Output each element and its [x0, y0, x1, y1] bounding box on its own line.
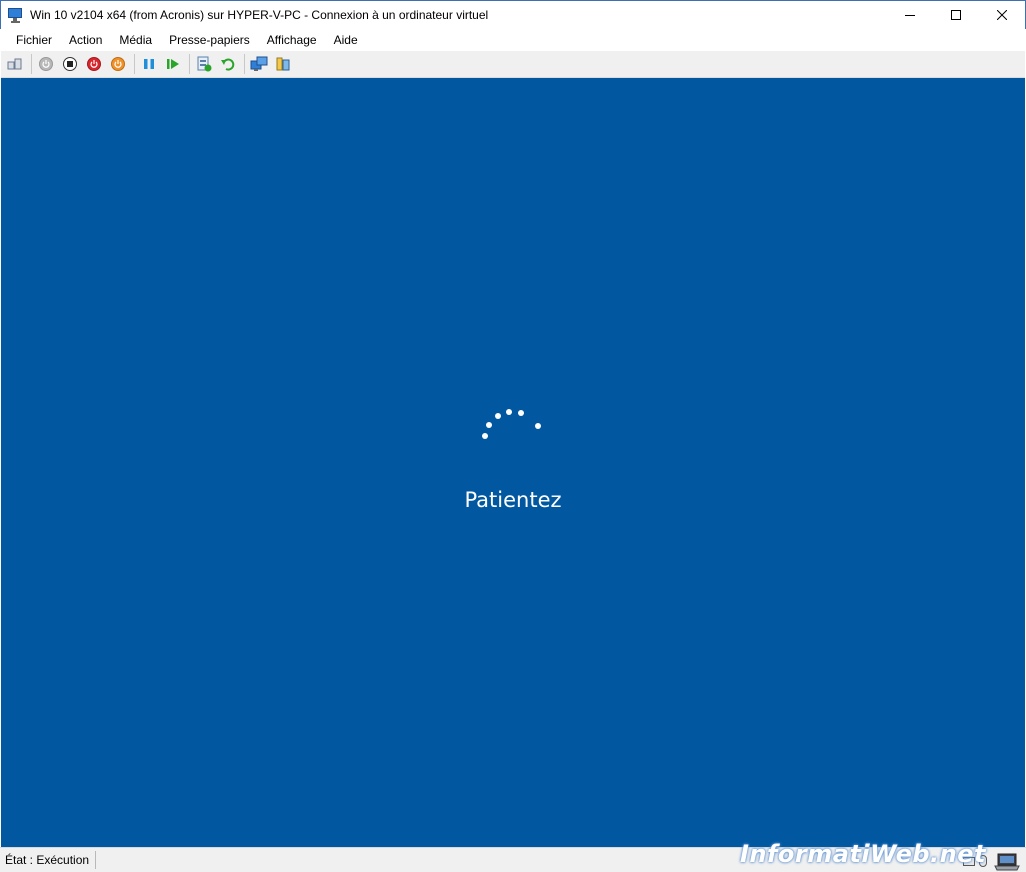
start-button[interactable]: [35, 53, 57, 75]
menu-affichage[interactable]: Affichage: [260, 30, 324, 50]
maximize-button[interactable]: [933, 1, 979, 29]
close-button[interactable]: [979, 1, 1025, 29]
watermark: InformatiWeb.net: [739, 840, 986, 868]
status-indicators: InformatiWeb.net: [740, 840, 1020, 871]
toolbar-separator: [189, 54, 190, 74]
toolbar-separator: [31, 54, 32, 74]
minimize-icon: [905, 15, 915, 16]
enhanced-session-icon: [250, 56, 268, 71]
save-state-button[interactable]: [107, 53, 129, 75]
pause-icon: [144, 59, 154, 69]
maximize-icon: [951, 10, 961, 20]
menu-bar: Fichier Action Média Presse-papiers Affi…: [1, 29, 1025, 51]
minimize-button[interactable]: [887, 1, 933, 29]
status-bar: État : Exécution InformatiWeb.net: [0, 840, 1026, 872]
ctrl-alt-del-icon: [7, 58, 22, 70]
revert-button[interactable]: [217, 53, 239, 75]
toolbar: [1, 51, 1025, 78]
menu-aide[interactable]: Aide: [327, 30, 365, 50]
checkpoint-button[interactable]: [193, 53, 215, 75]
enhanced-session-button[interactable]: [248, 53, 270, 75]
loading-spinner-icon: [1, 78, 1025, 847]
resume-button[interactable]: [162, 53, 184, 75]
window-title: Win 10 v2104 x64 (from Acronis) sur HYPE…: [30, 8, 489, 22]
shutdown-button[interactable]: [83, 53, 105, 75]
revert-icon: [221, 58, 235, 71]
resume-icon: [167, 59, 179, 69]
menu-presse-papiers[interactable]: Presse-papiers: [162, 30, 257, 50]
laptop-icon: [994, 851, 1020, 871]
wait-message: Patientez: [464, 488, 562, 512]
save-icon: [111, 57, 125, 71]
vm-status: État : Exécution: [5, 853, 90, 867]
menu-media[interactable]: Média: [112, 30, 159, 50]
window-controls: [887, 1, 1025, 29]
share-icon: [276, 57, 290, 71]
turn-off-button[interactable]: [59, 53, 81, 75]
share-button[interactable]: [272, 53, 294, 75]
toolbar-separator: [134, 54, 135, 74]
menu-fichier[interactable]: Fichier: [9, 30, 59, 50]
toolbar-separator: [244, 54, 245, 74]
checkpoint-icon: [197, 56, 212, 72]
start-icon: [39, 57, 53, 71]
status-separator: [95, 851, 97, 869]
vm-display[interactable]: Patientez: [1, 78, 1025, 847]
shutdown-icon: [87, 57, 101, 71]
ctrl-alt-del-button[interactable]: [4, 53, 26, 75]
menu-action[interactable]: Action: [62, 30, 109, 50]
turn-off-icon: [63, 57, 77, 71]
pause-button[interactable]: [138, 53, 160, 75]
close-icon: [997, 10, 1007, 20]
title-bar: Win 10 v2104 x64 (from Acronis) sur HYPE…: [0, 0, 1026, 29]
vm-connection-icon: [8, 7, 24, 23]
